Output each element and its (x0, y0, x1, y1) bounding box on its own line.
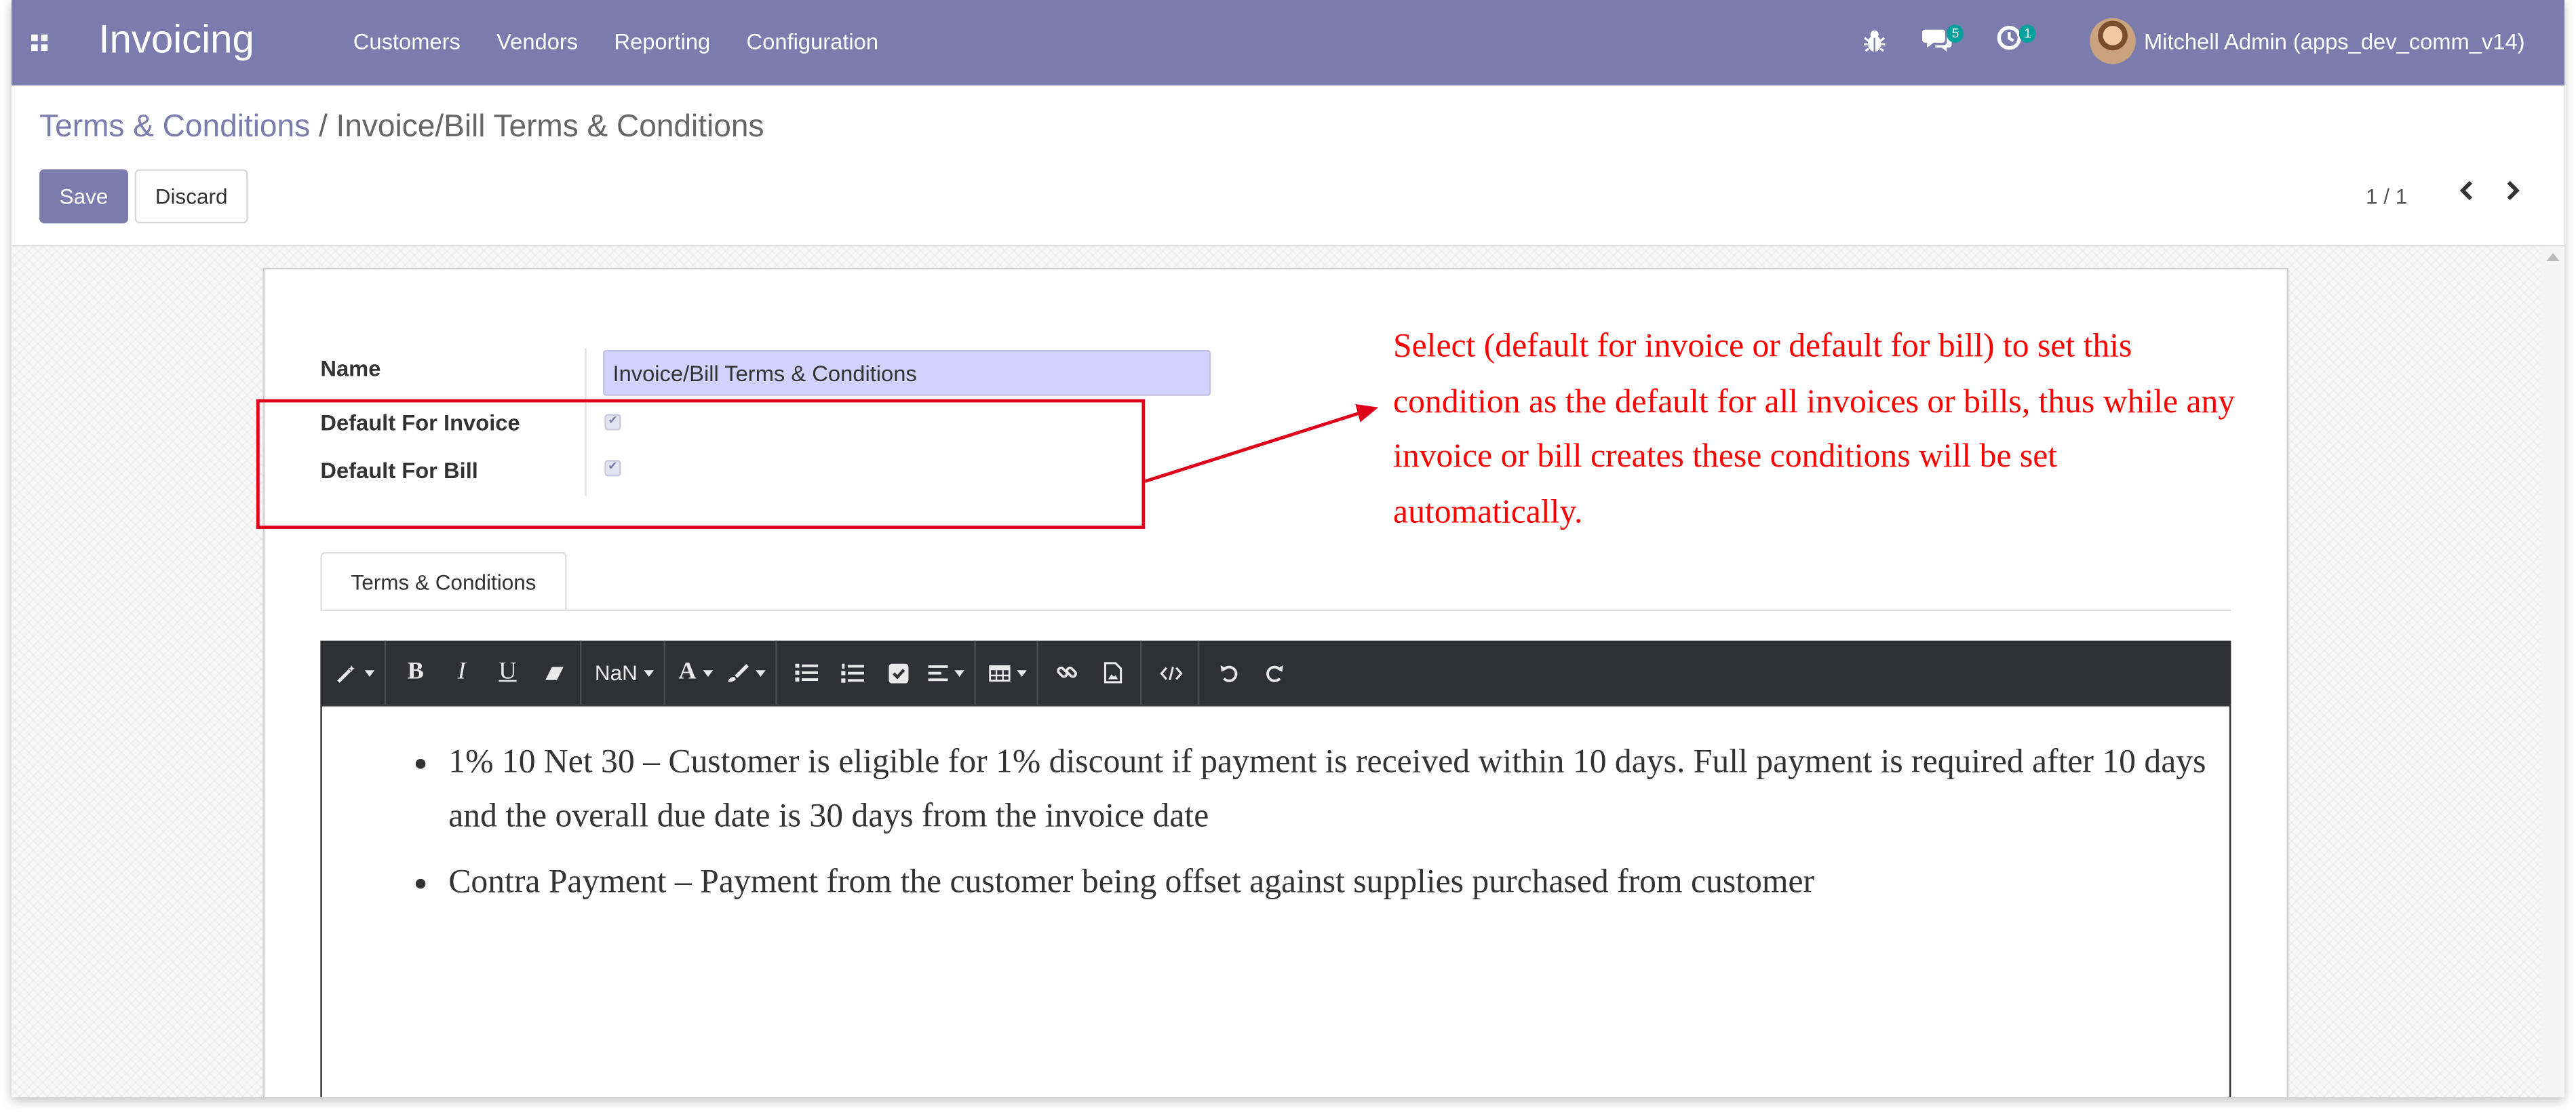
eraser-icon[interactable] (530, 641, 577, 705)
brush-icon[interactable] (720, 641, 773, 705)
tab-terms-conditions[interactable]: Terms & Conditions (320, 551, 567, 612)
vertical-scrollbar[interactable] (2541, 246, 2565, 1098)
terms-list: 1% 10 Net 30 – Customer is eligible for … (415, 736, 2214, 922)
bold-button[interactable]: B (393, 641, 439, 705)
breadcrumb-current: Invoice/Bill Terms & Conditions (336, 110, 764, 145)
user-menu[interactable]: Mitchell Admin (apps_dev_comm_v14) (2144, 30, 2525, 54)
messages-count-badge: 5 (1947, 24, 1964, 43)
rich-text-editor[interactable]: 1% 10 Net 30 – Customer is eligible for … (320, 705, 2231, 1098)
breadcrumb: Terms & Conditions / Invoice/Bill Terms … (39, 110, 764, 146)
top-navbar: Invoicing Customers Vendors Reporting Co… (11, 0, 2565, 85)
menu-item-vendors[interactable]: Vendors (496, 30, 578, 54)
annotation-highlight-box (256, 399, 1146, 529)
underline-button[interactable]: U (485, 641, 531, 705)
pager-next-icon[interactable] (2503, 178, 2523, 204)
undo-icon[interactable] (1206, 641, 1252, 705)
checklist-icon[interactable] (876, 641, 922, 705)
scroll-up-arrow-icon[interactable] (2546, 253, 2560, 262)
editor-toolbar: B I U NaN A (320, 640, 2231, 705)
italic-button[interactable]: I (439, 641, 485, 705)
menu-item-configuration[interactable]: Configuration (747, 30, 879, 54)
menu-item-reporting[interactable]: Reporting (614, 30, 710, 54)
magic-wand-style-icon[interactable] (328, 641, 381, 705)
annotation-arrow-icon (1145, 394, 1391, 492)
table-icon[interactable] (982, 641, 1033, 705)
messages-icon[interactable]: 5 (1921, 24, 1972, 66)
pager-value[interactable]: 1 / 1 (2366, 184, 2407, 208)
name-label: Name (320, 356, 381, 381)
bullet-list-icon[interactable] (783, 641, 830, 705)
font-color-dropdown[interactable]: A (672, 641, 720, 705)
font-size-dropdown[interactable]: NaN (588, 641, 661, 705)
image-icon[interactable] (1091, 641, 1137, 705)
tab-underline (320, 609, 2231, 612)
annotation-note: Select (default for invoice or default f… (1393, 328, 2236, 530)
list-item[interactable]: Contra Payment – Payment from the custom… (415, 856, 2214, 910)
activities-count-badge: 1 (2018, 24, 2037, 43)
discard-button[interactable]: Discard (134, 169, 248, 224)
breadcrumb-parent-link[interactable]: Terms & Conditions (39, 110, 310, 144)
save-button[interactable]: Save (39, 169, 128, 224)
user-avatar[interactable] (2090, 18, 2136, 64)
debug-bug-icon[interactable] (1863, 28, 1886, 54)
app-window: Invoicing Customers Vendors Reporting Co… (11, 0, 2565, 1098)
app-title[interactable]: Invoicing (98, 18, 254, 64)
list-item[interactable]: 1% 10 Net 30 – Customer is eligible for … (415, 736, 2214, 844)
numbered-list-icon[interactable] (830, 641, 876, 705)
code-view-icon[interactable] (1148, 641, 1194, 705)
align-dropdown-icon[interactable] (922, 641, 971, 705)
redo-icon[interactable] (1251, 641, 1297, 705)
activities-clock-icon[interactable]: 1 (1996, 24, 2046, 64)
main-menu: Customers Vendors Reporting Configuratio… (353, 30, 915, 54)
menu-item-customers[interactable]: Customers (353, 30, 461, 54)
pager-previous-icon[interactable] (2456, 178, 2476, 204)
font-color-label: A (678, 659, 697, 686)
link-icon[interactable] (1045, 641, 1091, 705)
apps-menu-icon[interactable] (31, 34, 50, 53)
font-size-value: NaN (594, 660, 638, 686)
name-field[interactable]: Invoice/Bill Terms & Conditions (602, 349, 1211, 396)
breadcrumb-separator: / (318, 110, 328, 145)
